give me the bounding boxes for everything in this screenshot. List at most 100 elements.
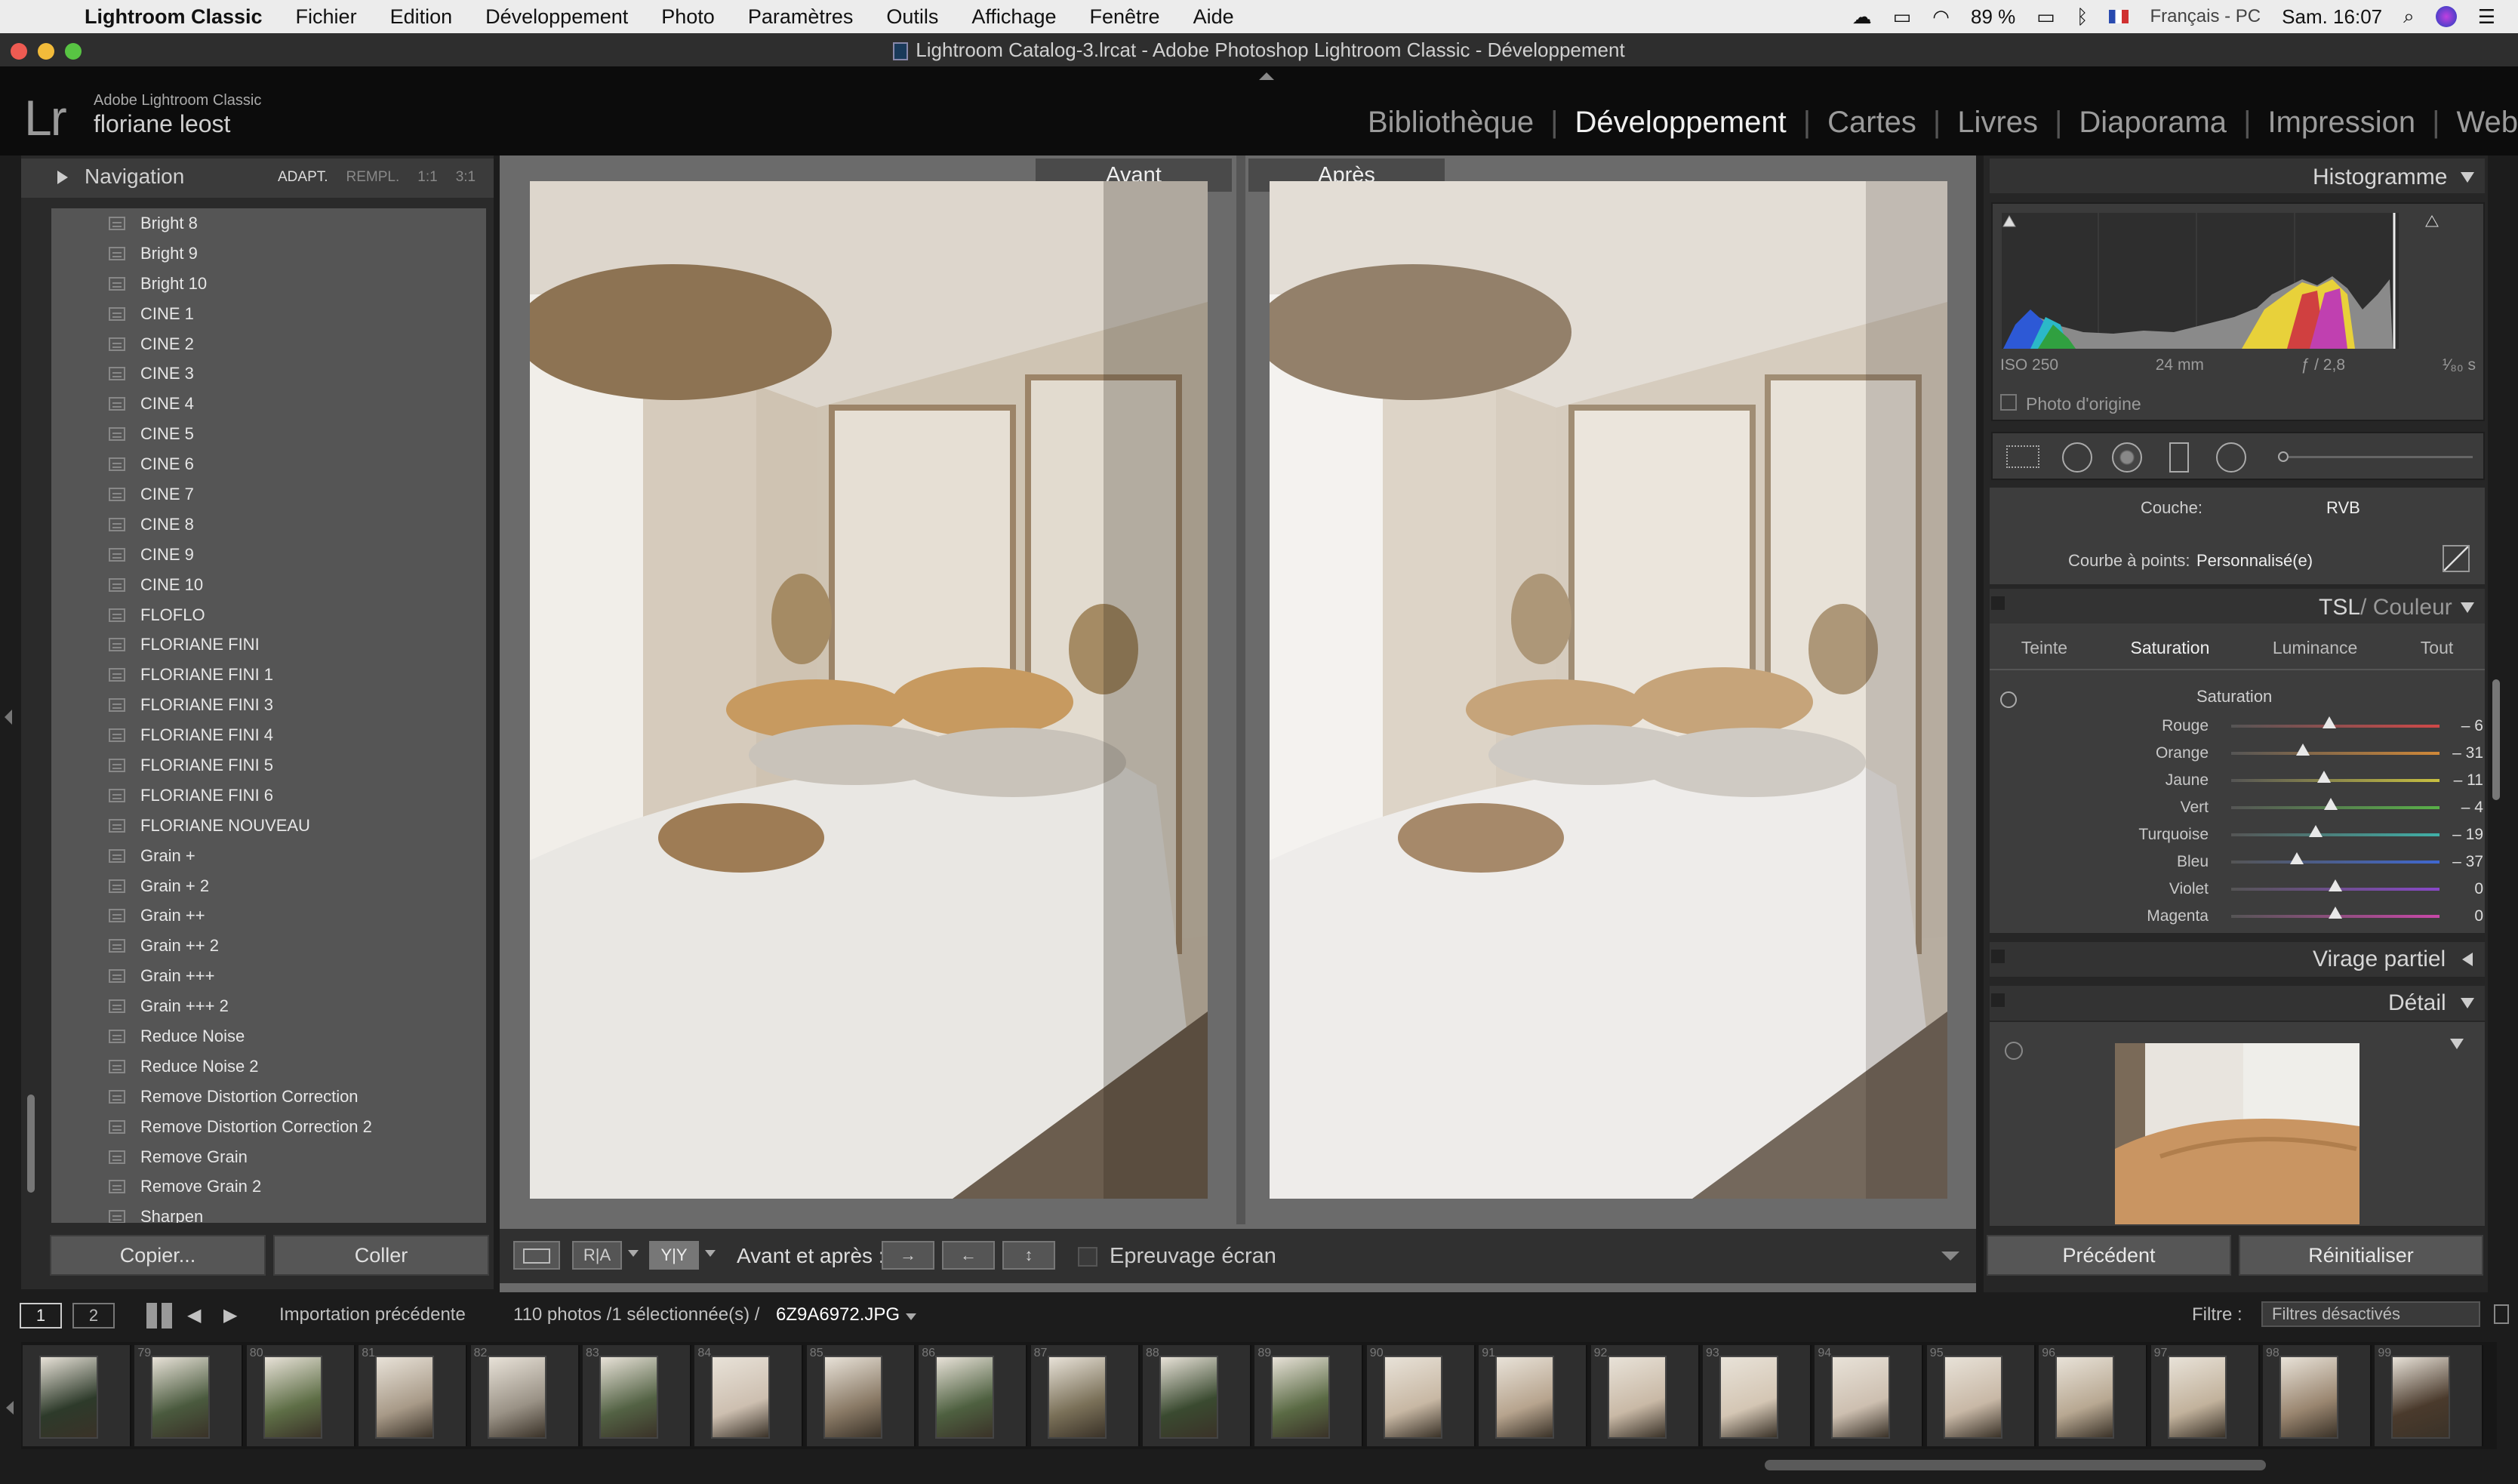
hsl-slider-thumb[interactable] (2308, 825, 2323, 837)
filmstrip-scrollbar[interactable] (1765, 1460, 2266, 1470)
radial-filter-icon[interactable] (2216, 442, 2246, 473)
preset-item[interactable]: Bright 8 (51, 208, 486, 239)
minimize-window-button[interactable] (38, 43, 54, 60)
module-book[interactable]: Livres (1941, 106, 2055, 140)
filmstrip-thumbnail[interactable]: 79 (134, 1345, 244, 1446)
zoom-window-button[interactable] (65, 43, 82, 60)
filmstrip-thumbnail[interactable]: 96 (2039, 1345, 2148, 1446)
filmstrip-thumbnail[interactable] (23, 1345, 131, 1446)
preset-item[interactable]: Grain +++ 2 (51, 991, 486, 1021)
filmstrip-thumbnail[interactable]: 81 (359, 1345, 468, 1446)
filmstrip-thumbnail[interactable]: 80 (246, 1345, 356, 1446)
module-slideshow[interactable]: Diaporama (2062, 106, 2243, 140)
hsl-slider-thumb[interactable] (2329, 907, 2342, 919)
filmstrip-thumbnail[interactable]: 95 (1926, 1345, 2036, 1446)
preset-item[interactable]: CINE 4 (51, 389, 486, 419)
preset-item[interactable]: CINE 5 (51, 419, 486, 449)
hsl-title-b[interactable]: / Couleur (2360, 595, 2452, 620)
before-after-split-button[interactable]: Y|Y (649, 1241, 699, 1270)
preset-item[interactable]: CINE 10 (51, 570, 486, 600)
filmstrip-thumbnail[interactable]: 93 (1703, 1345, 1812, 1446)
copy-settings-button[interactable]: Copier... (50, 1235, 266, 1276)
preset-item[interactable]: CINE 7 (51, 479, 486, 510)
hsl-title-a[interactable]: TSL (2319, 595, 2360, 620)
hsl-slider-track[interactable] (2231, 716, 2440, 728)
preset-item[interactable]: FLORIANE NOUVEAU (51, 811, 486, 841)
preset-item[interactable]: FLORIANE FINI 1 (51, 660, 486, 690)
filmstrip-thumbnail[interactable]: 97 (2150, 1345, 2260, 1446)
menu-edition[interactable]: Edition (374, 5, 469, 29)
grid-view-icon[interactable] (146, 1303, 172, 1329)
detail-toggle-switch[interactable] (1991, 993, 2005, 1007)
filmstrip-thumbnail[interactable]: 86 (919, 1345, 1028, 1446)
hsl-slider-value[interactable]: – 19 (2440, 826, 2483, 844)
hsl-slider-track[interactable] (2231, 771, 2440, 783)
tab-saturation[interactable]: Saturation (2131, 638, 2210, 658)
dropdown-arrow-icon[interactable] (628, 1250, 639, 1257)
preset-item[interactable]: Grain ++ 2 (51, 931, 486, 961)
collapse-triangle-icon[interactable] (2461, 998, 2474, 1008)
hsl-slider-thumb[interactable] (2324, 798, 2338, 810)
preset-item[interactable]: CINE 1 (51, 299, 486, 329)
preset-item[interactable]: FLORIANE FINI 3 (51, 690, 486, 720)
input-language[interactable]: Français - PC (2150, 6, 2261, 27)
menu-photo[interactable]: Photo (645, 5, 731, 29)
spot-removal-icon[interactable] (2062, 442, 2092, 473)
preset-item[interactable]: FLORIANE FINI 5 (51, 750, 486, 780)
copy-before-to-after-button[interactable]: → (882, 1241, 934, 1270)
edit-point-curve-icon[interactable] (2443, 545, 2470, 572)
menu-fenetre[interactable]: Fenêtre (1073, 5, 1177, 29)
module-develop[interactable]: Développement (1559, 106, 1803, 140)
menu-parametres[interactable]: Paramètres (731, 5, 870, 29)
hsl-slider-thumb[interactable] (2329, 879, 2342, 891)
right-panel-scrollbar[interactable] (2492, 679, 2500, 800)
filmstrip-thumbnail[interactable]: 88 (1143, 1345, 1251, 1446)
filmstrip-thumbnail[interactable]: 92 (1590, 1345, 1700, 1446)
zoom-fill[interactable]: REMPL. (346, 169, 400, 186)
spotlight-search-icon[interactable]: ⌕ (2403, 5, 2415, 29)
before-after-lr-button[interactable]: R|A (572, 1241, 622, 1270)
swap-before-after-button[interactable]: ↕ (1002, 1241, 1055, 1270)
second-window-button[interactable]: 2 (72, 1303, 115, 1329)
dropdown-arrow-icon[interactable] (906, 1313, 916, 1320)
preset-item[interactable]: Remove Grain 2 (51, 1172, 486, 1202)
preset-item[interactable]: Remove Distortion Correction (51, 1082, 486, 1112)
hsl-slider-thumb[interactable] (2316, 771, 2331, 783)
filter-lock-icon[interactable] (2494, 1304, 2509, 1324)
preset-item[interactable]: CINE 8 (51, 510, 486, 540)
preset-item[interactable]: Grain + 2 (51, 871, 486, 901)
hsl-slider-value[interactable]: – 11 (2440, 771, 2483, 790)
tab-all[interactable]: Tout (2421, 638, 2453, 658)
hsl-slider-value[interactable]: – 37 (2440, 853, 2483, 871)
before-photo[interactable] (530, 181, 1208, 1199)
copy-after-to-before-button[interactable]: ← (942, 1241, 995, 1270)
filter-select[interactable]: Filtres désactivés (2261, 1301, 2480, 1327)
battery-icon[interactable]: ▭ (2036, 5, 2055, 29)
hsl-slider-value[interactable]: 0 (2440, 880, 2483, 898)
menu-fichier[interactable]: Fichier (279, 5, 374, 29)
filmstrip-thumbnail[interactable]: 87 (1030, 1345, 1140, 1446)
hsl-slider-track[interactable] (2231, 879, 2440, 891)
bluetooth-icon[interactable]: ᛒ (2076, 5, 2089, 29)
preset-item[interactable]: Bright 10 (51, 269, 486, 299)
original-photo-label[interactable]: Photo d'origine (2026, 394, 2141, 414)
hsl-toggle-switch[interactable] (1991, 596, 2005, 610)
menu-aide[interactable]: Aide (1177, 5, 1251, 29)
preset-item[interactable]: FLOFLO (51, 600, 486, 630)
paste-settings-button[interactable]: Coller (273, 1235, 489, 1276)
zoom-1-1[interactable]: 1:1 (417, 169, 437, 186)
filmstrip-thumbnail[interactable]: 83 (583, 1345, 691, 1446)
preset-item[interactable]: Reduce Noise (51, 1021, 486, 1051)
collapse-triangle-icon[interactable] (2461, 172, 2474, 183)
targeted-adjustment-icon[interactable] (2000, 691, 2017, 708)
battery-percent[interactable]: 89 % (1971, 5, 2015, 29)
module-web[interactable]: Web (2440, 106, 2518, 140)
after-photo[interactable] (1270, 181, 1947, 1199)
expand-triangle-icon[interactable] (2462, 953, 2473, 966)
filmstrip-thumbnail[interactable]: 94 (1815, 1345, 1924, 1446)
point-curve-select[interactable]: Personnalisé(e) (2196, 551, 2313, 571)
airplay-icon[interactable]: ▭ (1893, 5, 1912, 29)
preset-item[interactable]: FLORIANE FINI (51, 630, 486, 660)
preset-item[interactable]: FLORIANE FINI 4 (51, 720, 486, 750)
hsl-slider-value[interactable]: – 31 (2440, 744, 2483, 762)
